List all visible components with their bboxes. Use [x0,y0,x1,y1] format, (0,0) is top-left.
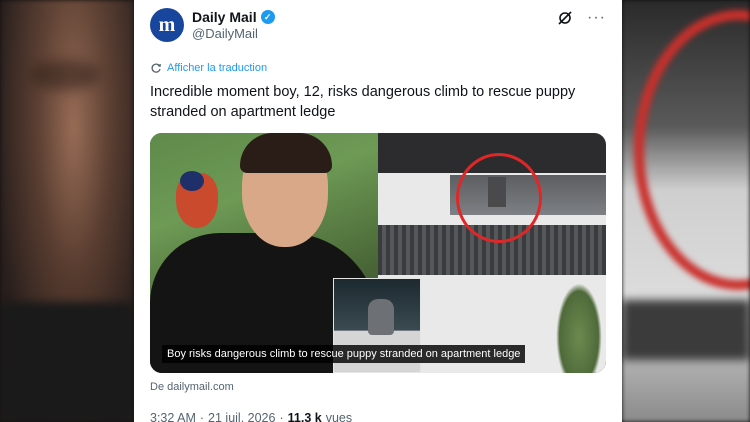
views-count: 11,3 k [287,411,322,422]
views-label: vues [325,411,353,422]
avatar[interactable]: m [150,8,184,42]
link-source[interactable]: De dailymail.com [150,381,606,395]
media-inset-boy-with-puppy [368,299,394,335]
translate-label[interactable]: Afficher la traduction [167,62,267,74]
verified-badge-icon: ✓ [260,10,275,24]
media-highlight-circle [456,153,542,243]
background-blurred-right [622,0,750,422]
media-plant [556,283,602,373]
grok-icon[interactable] [557,10,573,26]
author-name-row: Daily Mail ✓ [192,9,275,25]
author-display-name[interactable]: Daily Mail [192,9,257,25]
author-info: Daily Mail ✓ @DailyMail [192,9,275,41]
tweet-header: m Daily Mail ✓ @DailyMail ··· [150,8,606,50]
blurred-shirt [0,302,134,422]
blurred-red-circle [634,10,750,290]
more-options-icon[interactable]: ··· [587,10,606,26]
meta-separator: · [199,411,205,422]
header-actions: ··· [557,10,606,26]
tweet-media[interactable]: Boy risks dangerous climb to rescue pupp… [150,133,606,373]
blurred-face-detail [30,60,100,90]
translate-icon [151,63,161,73]
blurred-building-band [622,300,750,360]
media-parrot-head [180,171,204,191]
meta-separator: · [279,411,284,422]
tweet-card[interactable]: m Daily Mail ✓ @DailyMail ··· Afficher l… [134,0,622,422]
media-caption: Boy risks dangerous climb to rescue pupp… [162,345,526,363]
media-boy-hair [240,133,332,173]
tweet-text: Incredible moment boy, 12, risks dangero… [150,84,576,120]
background-blurred-left [0,0,134,422]
author-handle[interactable]: @DailyMail [192,26,275,41]
tweet-meta: 3:32 AM · 21 juil. 2026 · 11,3 k vues [150,411,606,422]
tweet-date[interactable]: 21 juil. 2026 [208,411,275,422]
tweet-time[interactable]: 3:32 AM [150,411,196,422]
translate-link[interactable]: Afficher la traduction [150,60,606,76]
